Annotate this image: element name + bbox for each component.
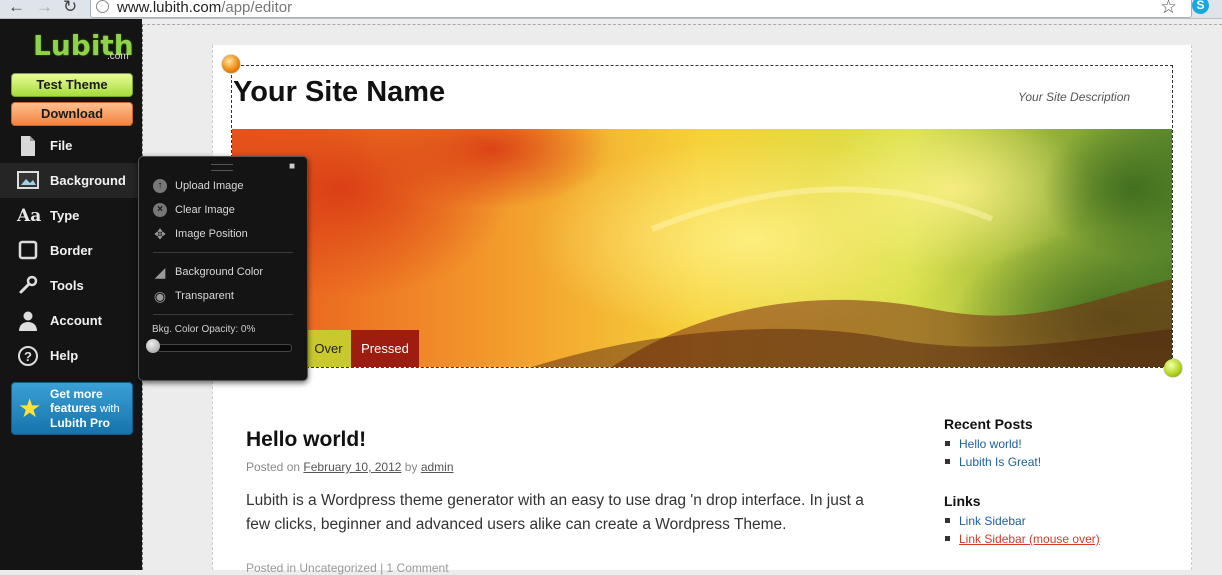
list-item[interactable]: Hello world!	[944, 435, 1041, 453]
sidebar-item-label: Background	[50, 173, 126, 188]
sidebar-item-tools[interactable]: Tools	[0, 268, 142, 303]
border-icon	[17, 240, 39, 262]
forward-arrow-icon[interactable]: →	[36, 0, 53, 16]
sidebar-item-border[interactable]: Border	[0, 233, 142, 268]
opacity-slider-knob[interactable]	[146, 339, 160, 353]
bookmark-star-icon[interactable]: ☆	[1160, 0, 1177, 19]
user-icon	[17, 310, 39, 332]
clear-icon: ×	[153, 203, 167, 217]
test-theme-button[interactable]: Test Theme	[11, 73, 133, 97]
post-date-link[interactable]: February 10, 2012	[303, 460, 401, 474]
file-icon	[17, 135, 39, 157]
post-title[interactable]: Hello world!	[246, 428, 366, 452]
sidebar-item-label: Tools	[50, 278, 84, 293]
sidebar-item-account[interactable]: Account	[0, 303, 142, 338]
help-icon: ?	[17, 345, 39, 367]
paint-bucket-icon: ◢	[154, 264, 166, 280]
opacity-label: Bkg. Color Opacity: 0%	[152, 324, 256, 335]
sidebar-item-label: Border	[50, 243, 93, 258]
type-icon: Aa	[17, 206, 42, 226]
resize-handle-bottom[interactable]	[1164, 359, 1182, 377]
clear-image-option[interactable]: × Clear Image	[153, 202, 303, 220]
pin-icon[interactable]: ■	[289, 161, 295, 172]
upload-icon: ↑	[153, 179, 167, 193]
star-icon: ★	[18, 393, 42, 423]
drag-handle[interactable]	[211, 164, 233, 171]
resize-handle-top[interactable]	[222, 55, 240, 73]
download-button[interactable]: Download	[11, 102, 133, 126]
links-list: Link Sidebar Link Sidebar (mouse over)	[944, 512, 1100, 548]
opacity-slider-track[interactable]	[157, 344, 292, 352]
list-item[interactable]: Lubith Is Great!	[944, 453, 1041, 471]
sidebar-item-background[interactable]: Background	[0, 163, 142, 198]
sidebar-item-label: Type	[50, 208, 80, 223]
links-title: Links	[944, 493, 981, 509]
logo-suffix: .com	[107, 51, 129, 62]
globe-icon	[96, 0, 109, 13]
editor-sidebar: Lubith .com Test Theme Download File Bac…	[0, 19, 142, 570]
list-item[interactable]: Link Sidebar (mouse over)	[944, 530, 1100, 548]
nav-tab-pressed[interactable]: Pressed	[351, 330, 419, 367]
wrench-icon	[17, 275, 39, 297]
get-lubith-pro-button[interactable]: ★ Get more features with Lubith Pro	[11, 382, 133, 435]
post-body: Lubith is a Wordpress theme generator wi…	[246, 492, 864, 533]
sidebar-item-label: Help	[50, 348, 79, 363]
address-bar[interactable]: www.lubith.com/app/editor	[90, 0, 1192, 18]
pro-promo-text: Get more features with Lubith Pro	[50, 387, 120, 430]
recent-posts-list: Hello world! Lubith Is Great!	[944, 435, 1041, 471]
image-position-option[interactable]: ✥ Image Position	[153, 226, 303, 244]
sidebar-item-type[interactable]: Aa Type	[0, 198, 142, 233]
upload-image-option[interactable]: ↑ Upload Image	[153, 178, 303, 196]
post-footer: Posted in Uncategorized | 1 Comment	[246, 561, 449, 575]
sidebar-item-help[interactable]: ? Help	[0, 338, 142, 373]
sidebar-item-label: Account	[50, 313, 102, 328]
move-icon: ✥	[154, 226, 166, 242]
recent-posts-title: Recent Posts	[944, 416, 1033, 432]
sidebar-item-label: File	[50, 138, 73, 153]
svg-text:?: ?	[24, 349, 32, 364]
post-meta: Posted on February 10, 2012 by admin	[246, 460, 454, 474]
browser-toolbar: ← → ↻ www.lubith.com/app/editor ☆ S	[0, 0, 1222, 19]
panel-divider	[153, 314, 293, 315]
skype-icon[interactable]: S	[1192, 0, 1209, 14]
transparent-icon: ◉	[153, 288, 167, 304]
sidebar-item-file[interactable]: File	[0, 128, 142, 163]
transparent-option[interactable]: ◉ Transparent	[153, 288, 303, 306]
back-arrow-icon[interactable]: ←	[8, 0, 25, 16]
list-item[interactable]: Link Sidebar	[944, 512, 1100, 530]
header-selection-box[interactable]	[231, 65, 1173, 368]
background-panel: ■ ↑ Upload Image × Clear Image ✥ Image P…	[138, 156, 308, 381]
nav-tab-over[interactable]: Over	[306, 330, 351, 367]
panel-divider	[153, 252, 293, 253]
image-icon	[17, 170, 39, 192]
post-author-link[interactable]: admin	[421, 460, 454, 474]
background-color-option[interactable]: ◢ Background Color	[153, 264, 303, 282]
url-text: www.lubith.com/app/editor	[117, 0, 293, 16]
reload-icon[interactable]: ↻	[63, 0, 77, 16]
